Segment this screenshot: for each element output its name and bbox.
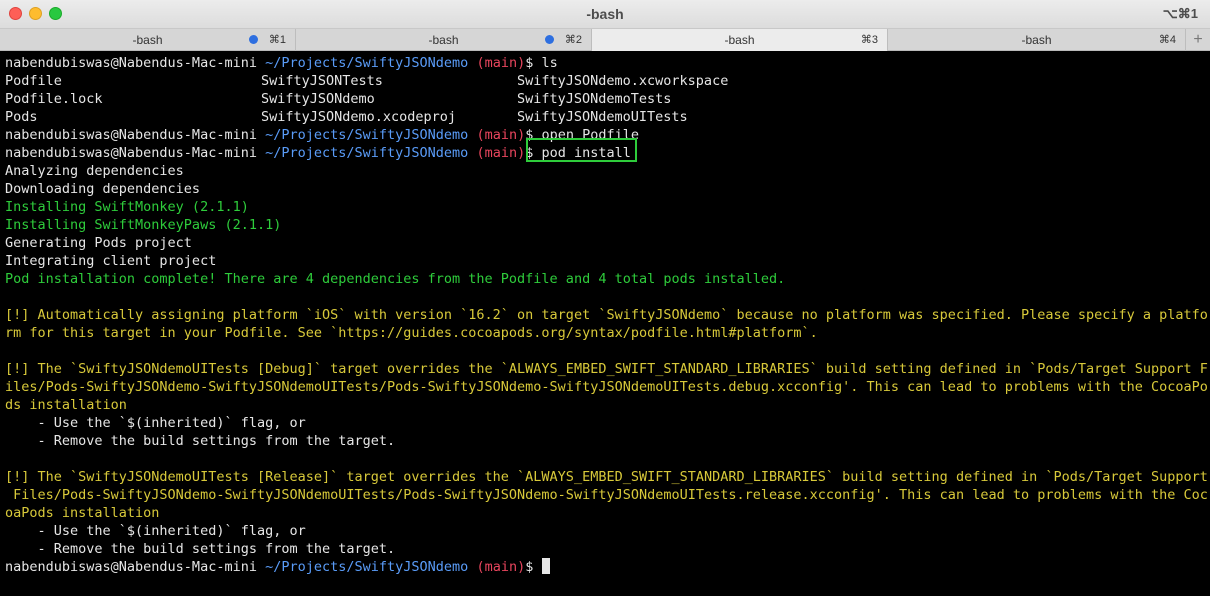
prompt-path: ~/Projects/SwiftyJSONdemo xyxy=(265,559,469,575)
terminal-output[interactable]: nabendubiswas@Nabendus-Mac-mini ~/Projec… xyxy=(0,53,1210,596)
tab-2[interactable]: -bash ⌘2 xyxy=(296,29,592,51)
ls-entry: SwiftyJSONdemo xyxy=(261,91,375,107)
prompt-path: ~/Projects/SwiftyJSONdemo xyxy=(265,127,469,143)
warning-line: [!] The `SwiftyJSONdemoUITests [Release]… xyxy=(5,469,1208,485)
output-line: Installing SwiftMonkey (2.1.1) xyxy=(5,199,249,215)
prompt-branch: (main) xyxy=(476,559,526,575)
warning-line: ds installation xyxy=(5,397,127,413)
prompt-branch: (main) xyxy=(476,55,526,71)
warning-bullet: - Use the `$(inherited)` flag, or xyxy=(5,415,306,431)
tab-label: -bash xyxy=(724,33,755,47)
prompt-user: nabendubiswas@Nabendus-Mac-mini xyxy=(5,55,257,71)
ls-entry: Podfile xyxy=(5,73,62,89)
prompt-user: nabendubiswas@Nabendus-Mac-mini xyxy=(5,145,257,161)
prompt-path: ~/Projects/SwiftyJSONdemo xyxy=(265,145,469,161)
activity-dot-icon xyxy=(249,35,258,44)
warning-line: [!] Automatically assigning platform `iO… xyxy=(5,307,1208,323)
tab-shortcut: ⌘2 xyxy=(564,34,582,46)
output-line: Downloading dependencies xyxy=(5,181,201,197)
prompt-line: nabendubiswas@Nabendus-Mac-mini ~/Projec… xyxy=(5,54,1210,72)
prompt-line: nabendubiswas@Nabendus-Mac-mini ~/Projec… xyxy=(5,558,1210,576)
ls-row: Podfile SwiftyJSONTests SwiftyJSONdemo.x… xyxy=(5,72,1210,90)
command-text-highlighted: pod install xyxy=(541,145,631,161)
prompt-branch: (main) xyxy=(476,145,526,161)
tab-3[interactable]: -bash ⌘3 xyxy=(592,29,888,51)
command-text: ls xyxy=(533,55,558,71)
prompt-symbol: $ xyxy=(525,145,534,161)
ls-entry: Pods xyxy=(5,109,38,125)
tab-shortcut: ⌘3 xyxy=(860,34,878,46)
warning-line: rm for this target in your Podfile. See … xyxy=(5,325,818,341)
tab-shortcut: ⌘1 xyxy=(268,34,286,46)
tab-label: -bash xyxy=(1021,33,1052,47)
window-shortcut: ⌥⌘1 xyxy=(1162,6,1198,21)
ls-row: Pods SwiftyJSONdemo.xcodeproj SwiftyJSON… xyxy=(5,108,1210,126)
warning-line: [!] The `SwiftyJSONdemoUITests [Debug]` … xyxy=(5,361,1208,377)
activity-dot-icon xyxy=(545,35,554,44)
window-title: -bash xyxy=(586,6,624,22)
prompt-user: nabendubiswas@Nabendus-Mac-mini xyxy=(5,559,257,575)
ls-entry: SwiftyJSONdemoUITests xyxy=(517,109,688,125)
tab-bar: -bash ⌘1 -bash ⌘2 -bash ⌘3 -bash ⌘4 + xyxy=(0,29,1210,51)
ls-entry: SwiftyJSONdemo.xcodeproj xyxy=(261,109,457,125)
ls-entry: SwiftyJSONdemoTests xyxy=(517,91,672,107)
title-bar[interactable]: -bash ⌥⌘1 xyxy=(0,0,1210,29)
prompt-line: nabendubiswas@Nabendus-Mac-mini ~/Projec… xyxy=(5,126,1210,144)
output-line: Installing SwiftMonkeyPaws (2.1.1) xyxy=(5,217,282,233)
terminal-window: -bash ⌥⌘1 -bash ⌘1 -bash ⌘2 -bash ⌘3 -ba… xyxy=(0,0,1210,596)
warning-bullet: - Use the `$(inherited)` flag, or xyxy=(5,523,306,539)
warning-bullet: - Remove the build settings from the tar… xyxy=(5,433,396,449)
warning-line: iles/Pods-SwiftyJSONdemo-SwiftyJSONdemoU… xyxy=(5,379,1208,395)
tab-shortcut: ⌘4 xyxy=(1158,34,1176,46)
output-line: Integrating client project xyxy=(5,253,217,269)
prompt-symbol: $ xyxy=(525,559,534,575)
prompt-branch: (main) xyxy=(476,127,526,143)
output-line: Analyzing dependencies xyxy=(5,163,184,179)
output-line: Pod installation complete! There are 4 d… xyxy=(5,271,786,287)
ls-row: Podfile.lock SwiftyJSONdemo SwiftyJSONde… xyxy=(5,90,1210,108)
new-tab-button[interactable]: + xyxy=(1186,29,1210,51)
warning-line: oaPods installation xyxy=(5,505,160,521)
command-text: open Podfile xyxy=(533,127,640,143)
tab-1[interactable]: -bash ⌘1 xyxy=(0,29,296,51)
warning-line: Files/Pods-SwiftyJSONdemo-SwiftyJSONdemo… xyxy=(5,487,1208,503)
prompt-path: ~/Projects/SwiftyJSONdemo xyxy=(265,55,469,71)
prompt-line: nabendubiswas@Nabendus-Mac-mini ~/Projec… xyxy=(5,138,1210,162)
prompt-user: nabendubiswas@Nabendus-Mac-mini xyxy=(5,127,257,143)
output-line: Generating Pods project xyxy=(5,235,192,251)
text-cursor[interactable] xyxy=(541,558,550,574)
tab-4[interactable]: -bash ⌘4 xyxy=(888,29,1186,51)
ls-entry: Podfile.lock xyxy=(5,91,103,107)
ls-entry: SwiftyJSONTests xyxy=(261,73,383,89)
warning-bullet: - Remove the build settings from the tar… xyxy=(5,541,396,557)
ls-entry: SwiftyJSONdemo.xcworkspace xyxy=(517,73,729,89)
